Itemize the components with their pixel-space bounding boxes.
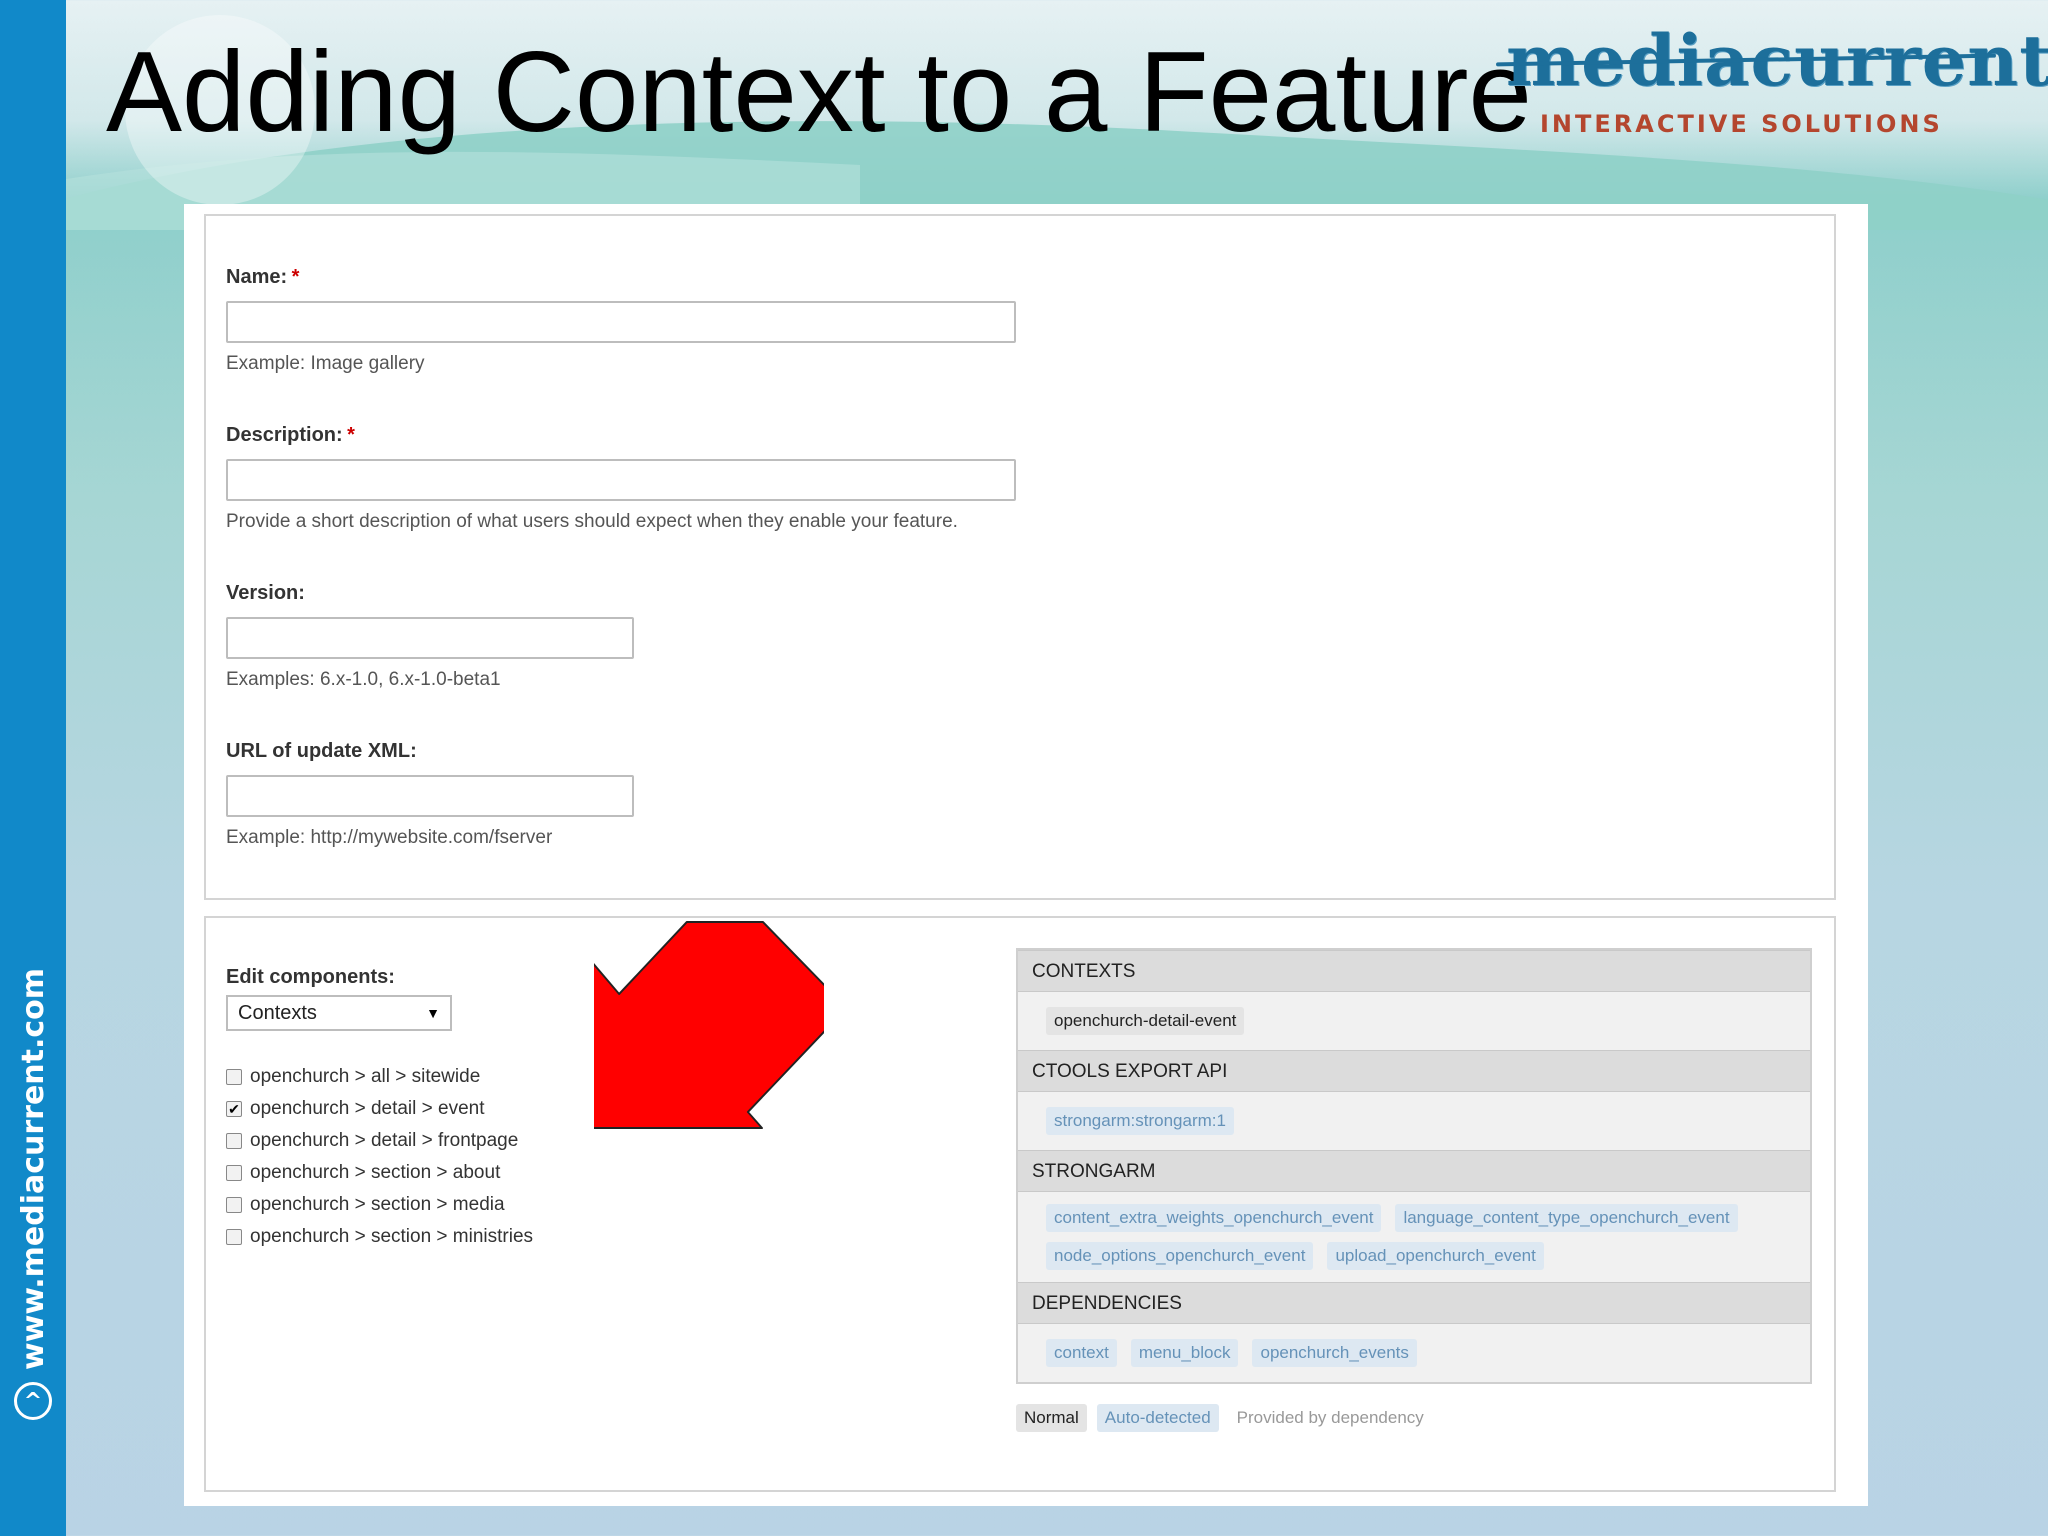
components-summary: CONTEXTS openchurch-detail-event CTOOLS EX… bbox=[1016, 948, 1812, 1432]
version-form-item: Version: Examples: 6.x-1.0, 6.x-1.0-beta… bbox=[226, 582, 634, 691]
side-url: ^ www.mediacurrent.com bbox=[14, 968, 52, 1420]
url-xml-hint: Example: http://mywebsite.com/fserver bbox=[226, 827, 553, 848]
context-checkbox-list: openchurch > all > sitewide ✔ openchurch >… bbox=[226, 1061, 533, 1253]
mediacurrent-logo: mediacurrent INTERACTIVE SOLUTIONS bbox=[1506, 19, 2048, 139]
description-form-item: Description: * Provide a short descripti… bbox=[226, 424, 1016, 533]
context-option[interactable]: openchurch > section > about bbox=[226, 1157, 533, 1189]
checkbox[interactable] bbox=[226, 1229, 242, 1245]
component-tag: openchurch-detail-event bbox=[1046, 1007, 1245, 1035]
red-arrow-annotation bbox=[594, 921, 824, 1129]
name-label: Name: bbox=[226, 266, 288, 288]
edit-components-label: Edit components: bbox=[226, 966, 395, 988]
url-xml-form-item: URL of update XML: Example: http://myweb… bbox=[226, 740, 634, 849]
edit-components-item: Edit components: Contexts ▼ openchurch >… bbox=[226, 966, 533, 1253]
context-option-label: openchurch > section > media bbox=[250, 1194, 505, 1215]
component-tag: language_content_type_openchurch_event bbox=[1395, 1204, 1738, 1232]
component-section-heading: CONTEXTS bbox=[1018, 950, 1810, 992]
checkbox-checked[interactable]: ✔ bbox=[226, 1101, 242, 1117]
component-section-heading: CTOOLS EXPORT API bbox=[1018, 1050, 1810, 1092]
component-tag: context bbox=[1046, 1339, 1117, 1367]
component-section-heading: DEPENDENCIES bbox=[1018, 1282, 1810, 1324]
checkbox[interactable] bbox=[226, 1165, 242, 1181]
description-label: Description: bbox=[226, 424, 343, 446]
components-select-value: Contexts bbox=[238, 1001, 317, 1024]
required-marker: * bbox=[347, 424, 355, 446]
component-section-items: content_extra_weights_openchurch_event la… bbox=[1018, 1192, 1810, 1282]
name-form-item: Name: * Example: Image gallery bbox=[226, 266, 1016, 375]
component-section-items: context menu_block openchurch_events bbox=[1018, 1324, 1810, 1382]
checkbox[interactable] bbox=[226, 1133, 242, 1149]
logo-tagline: INTERACTIVE SOLUTIONS bbox=[1540, 110, 1943, 138]
url-xml-label: URL of update XML: bbox=[226, 740, 417, 762]
required-marker: * bbox=[291, 266, 300, 288]
version-hint: Examples: 6.x-1.0, 6.x-1.0-beta1 bbox=[226, 669, 501, 690]
checkbox[interactable] bbox=[226, 1197, 242, 1213]
checkbox[interactable] bbox=[226, 1069, 242, 1085]
context-option[interactable]: openchurch > section > ministries bbox=[226, 1221, 533, 1253]
caret-down-icon: ▼ bbox=[426, 1005, 440, 1021]
context-option-label: openchurch > section > about bbox=[250, 1162, 501, 1183]
component-tag: openchurch_events bbox=[1252, 1339, 1417, 1367]
version-input[interactable] bbox=[226, 617, 634, 659]
context-option[interactable]: ✔ openchurch > detail > event bbox=[226, 1093, 533, 1125]
context-option-label: openchurch > all > sitewide bbox=[250, 1066, 481, 1087]
component-section-items: openchurch-detail-event bbox=[1018, 992, 1810, 1050]
name-hint: Example: Image gallery bbox=[226, 353, 425, 374]
context-option[interactable]: openchurch > all > sitewide bbox=[226, 1061, 533, 1093]
name-input[interactable] bbox=[226, 301, 1016, 343]
legend-provided-by-dependency: Provided by dependency bbox=[1236, 1408, 1424, 1427]
chevron-up-icon: ^ bbox=[14, 1382, 52, 1420]
slide-title: Adding Context to a Feature bbox=[106, 29, 1532, 156]
legend-normal: Normal bbox=[1016, 1404, 1087, 1432]
context-option-label: openchurch > detail > frontpage bbox=[250, 1130, 519, 1151]
context-option-label: openchurch > section > ministries bbox=[250, 1226, 534, 1247]
components-select[interactable]: Contexts ▼ bbox=[226, 995, 452, 1031]
context-option-label: openchurch > detail > event bbox=[250, 1098, 485, 1119]
component-section-items: strongarm:strongarm:1 bbox=[1018, 1092, 1810, 1150]
component-tag: content_extra_weights_openchurch_event bbox=[1046, 1204, 1382, 1232]
logo-wordmark: mediacurrent bbox=[1506, 19, 2048, 102]
component-section-heading: STRONGARM bbox=[1018, 1150, 1810, 1192]
description-input[interactable] bbox=[226, 459, 1016, 501]
component-tag: menu_block bbox=[1130, 1339, 1239, 1367]
context-option[interactable]: openchurch > section > media bbox=[226, 1189, 533, 1221]
context-option[interactable]: openchurch > detail > frontpage bbox=[226, 1125, 533, 1157]
components-box: CONTEXTS openchurch-detail-event CTOOLS EX… bbox=[1016, 948, 1812, 1384]
description-hint: Provide a short description of what user… bbox=[226, 511, 958, 532]
url-xml-input[interactable] bbox=[226, 775, 634, 817]
component-tag: strongarm:strongarm:1 bbox=[1046, 1107, 1234, 1135]
version-label: Version: bbox=[226, 582, 305, 604]
legend-auto-detected: Auto-detected bbox=[1096, 1404, 1219, 1432]
feature-info-fieldset: Name: * Example: Image gallery Descripti… bbox=[204, 214, 1836, 900]
component-tag: node_options_openchurch_event bbox=[1046, 1242, 1314, 1270]
component-tag: upload_openchurch_event bbox=[1327, 1242, 1544, 1270]
side-url-text: www.mediacurrent.com bbox=[15, 967, 51, 1370]
tag-legend: Normal Auto-detected Provided by depende… bbox=[1016, 1404, 1812, 1432]
